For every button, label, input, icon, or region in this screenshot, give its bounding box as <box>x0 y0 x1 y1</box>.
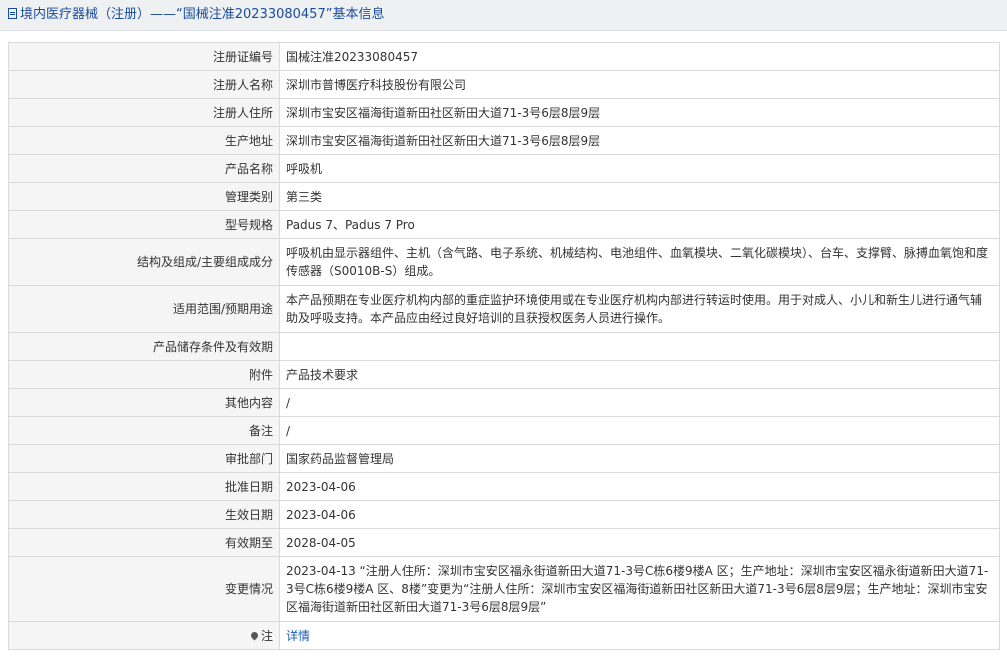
row-label: 管理类别 <box>8 182 280 211</box>
row-value: 深圳市宝安区福海街道新田社区新田大道71-3号6层8层9层 <box>279 126 1000 155</box>
row-label: 产品储存条件及有效期 <box>8 332 280 361</box>
table-row: 注册人住所 深圳市宝安区福海街道新田社区新田大道71-3号6层8层9层 <box>8 98 1000 127</box>
registration-info-table: 注册证编号 国械注准20233080457 注册人名称 深圳市普博医疗科技股份有… <box>8 42 1000 650</box>
table-row: 变更情况 2023-04-13 “注册人住所：深圳市宝安区福永街道新田大道71-… <box>8 556 1000 622</box>
row-label: 适用范围/预期用途 <box>8 285 280 333</box>
row-value: 2023-04-13 “注册人住所：深圳市宝安区福永街道新田大道71-3号C栋6… <box>279 556 1000 622</box>
row-label: 产品名称 <box>8 154 280 183</box>
table-row: 结构及组成/主要组成成分 呼吸机由显示器组件、主机（含气路、电子系统、机械结构、… <box>8 238 1000 286</box>
row-value: Padus 7、Padus 7 Pro <box>279 210 1000 239</box>
row-value: 深圳市宝安区福海街道新田社区新田大道71-3号6层8层9层 <box>279 98 1000 127</box>
page-title: 境内医疗器械（注册）——“国械注准20233080457”基本信息 <box>20 7 385 22</box>
table-row: 产品储存条件及有效期 <box>8 332 1000 361</box>
row-value: 本产品预期在专业医疗机构内部的重症监护环境使用或在专业医疗机构内部进行转运时使用… <box>279 285 1000 333</box>
note-value-cell: 详情 <box>279 621 1000 650</box>
table-row: 产品名称 呼吸机 <box>8 154 1000 183</box>
table-row: 管理类别 第三类 <box>8 182 1000 211</box>
table-row: 适用范围/预期用途 本产品预期在专业医疗机构内部的重症监护环境使用或在专业医疗机… <box>8 285 1000 333</box>
table-row: 注册人名称 深圳市普博医疗科技股份有限公司 <box>8 70 1000 99</box>
row-label: 其他内容 <box>8 388 280 417</box>
page-header: 境内医疗器械（注册）——“国械注准20233080457”基本信息 <box>0 0 1007 31</box>
table-row: 生效日期 2023-04-06 <box>8 500 1000 529</box>
row-value: 国械注准20233080457 <box>279 42 1000 71</box>
row-label: 附件 <box>8 360 280 389</box>
pin-icon <box>249 630 260 640</box>
details-link[interactable]: 详情 <box>286 629 310 643</box>
table-row-note: 注 详情 <box>8 621 1000 650</box>
table-row: 附件 产品技术要求 <box>8 360 1000 389</box>
row-label: 结构及组成/主要组成成分 <box>8 238 280 286</box>
document-icon <box>8 8 17 19</box>
row-value: 产品技术要求 <box>279 360 1000 389</box>
table-row: 注册证编号 国械注准20233080457 <box>8 42 1000 71</box>
row-label: 生效日期 <box>8 500 280 529</box>
row-value: 2028-04-05 <box>279 528 1000 557</box>
row-label: 有效期至 <box>8 528 280 557</box>
row-label: 生产地址 <box>8 126 280 155</box>
row-label: 注册证编号 <box>8 42 280 71</box>
row-value: 呼吸机 <box>279 154 1000 183</box>
note-label-cell: 注 <box>8 621 280 650</box>
table-row: 有效期至 2028-04-05 <box>8 528 1000 557</box>
table-row: 型号规格 Padus 7、Padus 7 Pro <box>8 210 1000 239</box>
note-label: 注 <box>260 628 273 643</box>
row-value: 深圳市普博医疗科技股份有限公司 <box>279 70 1000 99</box>
row-value: / <box>279 416 1000 445</box>
row-label: 注册人住所 <box>8 98 280 127</box>
row-value: / <box>279 388 1000 417</box>
row-label: 备注 <box>8 416 280 445</box>
table-row: 其他内容 / <box>8 388 1000 417</box>
row-value: 2023-04-06 <box>279 500 1000 529</box>
row-label: 注册人名称 <box>8 70 280 99</box>
table-row: 批准日期 2023-04-06 <box>8 472 1000 501</box>
row-value <box>279 332 1000 361</box>
row-value: 呼吸机由显示器组件、主机（含气路、电子系统、机械结构、电池组件、血氧模块、二氧化… <box>279 238 1000 286</box>
row-value: 第三类 <box>279 182 1000 211</box>
row-value: 国家药品监督管理局 <box>279 444 1000 473</box>
row-value: 2023-04-06 <box>279 472 1000 501</box>
table-row: 生产地址 深圳市宝安区福海街道新田社区新田大道71-3号6层8层9层 <box>8 126 1000 155</box>
table-row: 审批部门 国家药品监督管理局 <box>8 444 1000 473</box>
row-label: 变更情况 <box>8 556 280 622</box>
table-row: 备注 / <box>8 416 1000 445</box>
row-label: 型号规格 <box>8 210 280 239</box>
row-label: 批准日期 <box>8 472 280 501</box>
row-label: 审批部门 <box>8 444 280 473</box>
